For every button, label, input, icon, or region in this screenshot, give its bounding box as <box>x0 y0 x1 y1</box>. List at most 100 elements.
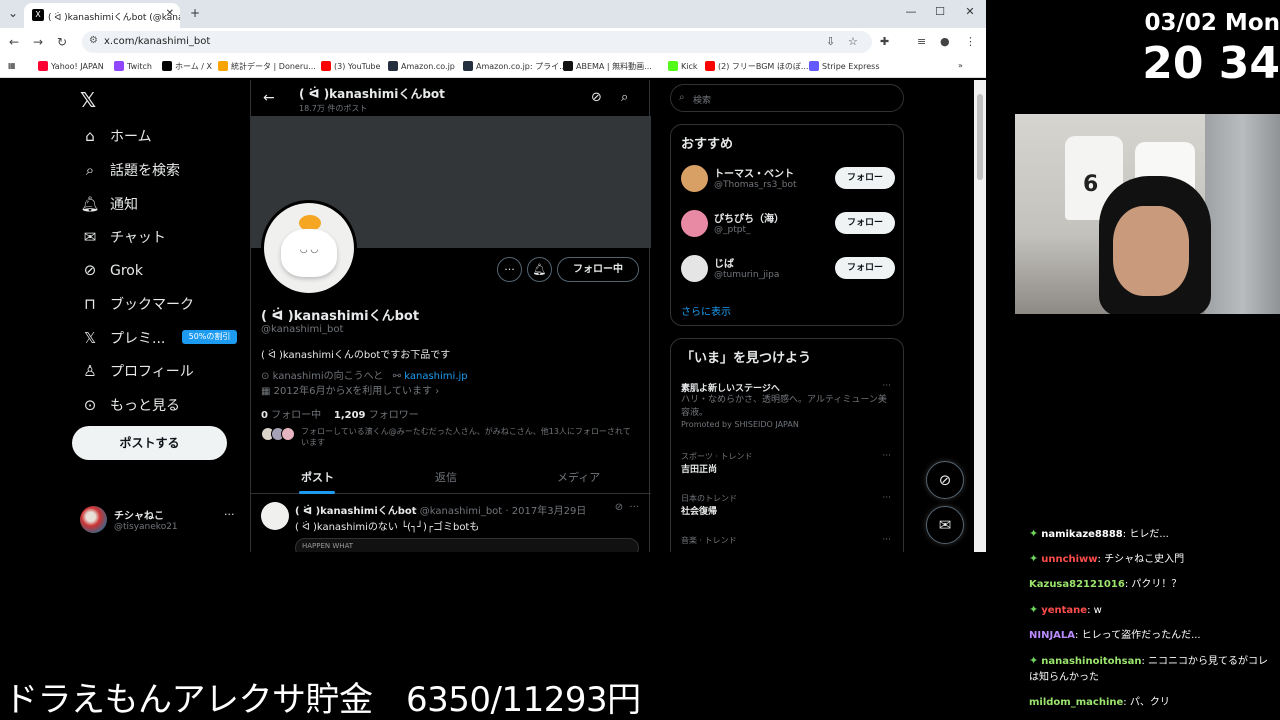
more-dots-icon[interactable]: ··· <box>882 451 891 461</box>
bookmark-doneru[interactable]: 統計データ | Doneru... <box>218 61 316 72</box>
trend-item[interactable]: 素肌よ新しいステージへ ハリ・なめらかさ、透明感へ。アルティミューン美容液。 P… <box>681 381 895 429</box>
clock-time: 20 34 <box>1142 38 1280 89</box>
more-dots-icon[interactable]: ··· <box>882 381 891 391</box>
tweet-actions: ⊘ ··· <box>615 502 639 513</box>
tab-media[interactable]: メディア <box>557 469 600 485</box>
nav-premium[interactable]: 𝕏 プレミ... <box>80 328 165 352</box>
messages-float-button[interactable]: ✉ <box>926 506 964 544</box>
recommend-item[interactable]: ぴちぴち（海） @_ptpt_ フォロー <box>681 208 895 242</box>
chevron-right-icon[interactable]: › <box>435 386 439 397</box>
recommend-item[interactable]: トーマス・ベント @Thomas_rs3_bot フォロー <box>681 163 895 197</box>
close-window-icon[interactable]: ✕ <box>955 5 985 18</box>
known-followers[interactable]: フォローしている濱くん@みーたむだった人さん、がみねこさん、他13人にフォローさ… <box>261 426 641 448</box>
x-profile-page: 𝕏 ⌂ ホーム ⌕ 話題を検索 🔔︎ 通知 ✉ チャット ⊘ Grok ⊓ ブックマーク 𝕏… <box>0 80 986 552</box>
recommend-handle: @tumurin_jipa <box>714 270 780 280</box>
follow-button[interactable]: フォロー <box>835 257 895 279</box>
more-dots-icon[interactable]: ··· <box>882 535 891 545</box>
more-options-button[interactable]: ··· <box>497 257 522 282</box>
grok-float-button[interactable]: ⊘ <box>926 461 964 499</box>
new-tab-icon[interactable]: + <box>190 6 200 20</box>
extensions-icon[interactable]: ✚ <box>880 35 889 48</box>
page-scrollbar[interactable] <box>974 80 986 552</box>
notify-button[interactable]: 🔔︎ <box>527 257 552 282</box>
bookmark-amazon-prime[interactable]: Amazon.co.jp: プライ... <box>463 61 567 72</box>
x-icon <box>162 61 172 71</box>
bookmark-stripe[interactable]: Stripe Express <box>809 61 880 71</box>
recommend-handle: @_ptpt_ <box>714 225 751 235</box>
following-stat[interactable]: 0 フォロー中 <box>261 410 321 421</box>
search-input[interactable]: ⌕ 検索 <box>670 84 904 112</box>
follow-button[interactable]: フォロー <box>835 212 895 234</box>
maximize-icon[interactable]: ☐ <box>925 5 955 18</box>
back-icon[interactable]: ← <box>9 35 19 49</box>
follow-stats: 0 フォロー中 1,209 フォロワー <box>261 406 419 421</box>
nav-explore[interactable]: ⌕ 話題を検索 <box>80 160 180 184</box>
bookmark-star-icon[interactable]: ☆ <box>848 35 858 48</box>
more-dots-icon[interactable]: ··· <box>629 502 639 513</box>
bookmark-free-bgm[interactable]: (2) フリーBGM ほのぼ... <box>705 61 809 72</box>
apps-grid-icon[interactable]: ▦ <box>8 61 16 70</box>
bookmarks-overflow-icon[interactable]: » <box>958 61 963 70</box>
site-info-icon[interactable]: ⚙ <box>89 35 98 46</box>
reload-icon[interactable]: ↻ <box>57 35 67 49</box>
bell-icon: 🔔︎ <box>80 195 100 213</box>
bookmark-kick[interactable]: Kick <box>668 61 698 71</box>
profile-link[interactable]: kanashimi.jp <box>404 371 467 382</box>
bookmark-amazon[interactable]: Amazon.co.jp <box>388 61 455 71</box>
url-input[interactable]: ⚙ x.com/kanashimi_bot <box>82 31 872 53</box>
nav-home[interactable]: ⌂ ホーム <box>80 126 151 150</box>
chat-text: : ヒレだ... <box>1122 529 1169 540</box>
tab-replies[interactable]: 返信 <box>435 469 457 485</box>
address-bar-row: ← → ↻ ⚙ x.com/kanashimi_bot ⇩ ☆ ✚ ≡ ● ⋮ <box>0 28 986 56</box>
tweet-media[interactable]: HAPPEN WHAT <box>295 538 639 552</box>
bookmark-yahoo[interactable]: Yahoo! JAPAN <box>38 61 104 71</box>
install-app-icon[interactable]: ⇩ <box>826 35 835 48</box>
menu-kebab-icon[interactable]: ⋮ <box>965 35 976 48</box>
follow-button[interactable]: フォロー <box>835 167 895 189</box>
member-gem-icon: ✦ <box>1029 527 1039 540</box>
bookmark-twitch[interactable]: Twitch <box>114 61 152 71</box>
scrollbar-thumb[interactable] <box>977 94 983 180</box>
profile-icon[interactable]: ● <box>940 35 950 48</box>
following-button[interactable]: フォロー中 <box>557 257 639 282</box>
post-button[interactable]: ポストする <box>72 426 227 460</box>
more-dots-icon[interactable]: ··· <box>882 493 891 503</box>
account-switcher[interactable]: チシャねこ @tisyaneko21 ··· <box>80 504 250 536</box>
nav-notifications[interactable]: 🔔︎ 通知 <box>80 194 138 218</box>
member-gem-icon: ✦ <box>1029 654 1039 667</box>
forward-icon[interactable]: → <box>33 35 43 49</box>
grok-icon[interactable]: ⊘ <box>591 90 602 105</box>
home-icon: ⌂ <box>85 127 95 145</box>
nav-more[interactable]: ⊙ もっと見る <box>80 395 180 419</box>
url-text: x.com/kanashimi_bot <box>104 36 211 47</box>
chat-text: : パ、クリ <box>1123 697 1170 708</box>
tweet[interactable]: ( ᐛ )kanashimiくんbot @kanashimi_bot · 201… <box>251 494 651 552</box>
show-more-link[interactable]: さらに表示 <box>681 303 731 318</box>
close-tab-icon[interactable]: ✕ <box>166 8 174 19</box>
media-icon[interactable]: ≡ <box>917 35 926 48</box>
minimize-icon[interactable]: — <box>896 5 926 18</box>
recommend-item[interactable]: じば @tumurin_jipa フォロー <box>681 253 895 287</box>
grok-icon[interactable]: ⊘ <box>615 502 623 513</box>
back-arrow-icon[interactable]: ← <box>263 90 275 106</box>
trend-item[interactable]: 日本のトレンド 社会復帰 ··· <box>681 493 895 517</box>
bookmark-youtube[interactable]: (3) YouTube <box>321 61 380 71</box>
x-logo-icon[interactable]: 𝕏 <box>80 88 96 112</box>
chat-message: mildom_machine: パ、クリ <box>1029 695 1277 711</box>
tab-posts[interactable]: ポスト <box>301 469 334 485</box>
browser-tab[interactable]: X ( ᐛ )kanashimiくんbot (@kana ✕ <box>24 3 180 28</box>
search-icon[interactable]: ⌕ <box>621 90 628 105</box>
profile-avatar[interactable]: ◡ ◡ <box>261 200 357 296</box>
trend-item[interactable]: スポーツ · トレンド 吉田正尚 ··· <box>681 451 895 475</box>
nav-bookmarks[interactable]: ⊓ ブックマーク <box>80 294 194 318</box>
nav-grok[interactable]: ⊘ Grok <box>80 261 143 285</box>
bookmark-abema[interactable]: ABEMA | 無料動画... <box>563 61 652 72</box>
followers-stat[interactable]: 1,209 フォロワー <box>334 410 419 421</box>
bookmark-x-home[interactable]: ホーム / X <box>162 61 212 72</box>
trend-item[interactable]: 音楽 · トレンド ··· <box>681 535 895 546</box>
nav-chat[interactable]: ✉ チャット <box>80 227 166 251</box>
tab-list-chevron-icon[interactable]: ⌄ <box>8 6 18 20</box>
mochi-shape: ◡ ◡ <box>281 229 337 277</box>
avatar[interactable] <box>261 502 289 530</box>
nav-profile[interactable]: ♙ プロフィール <box>80 361 193 385</box>
